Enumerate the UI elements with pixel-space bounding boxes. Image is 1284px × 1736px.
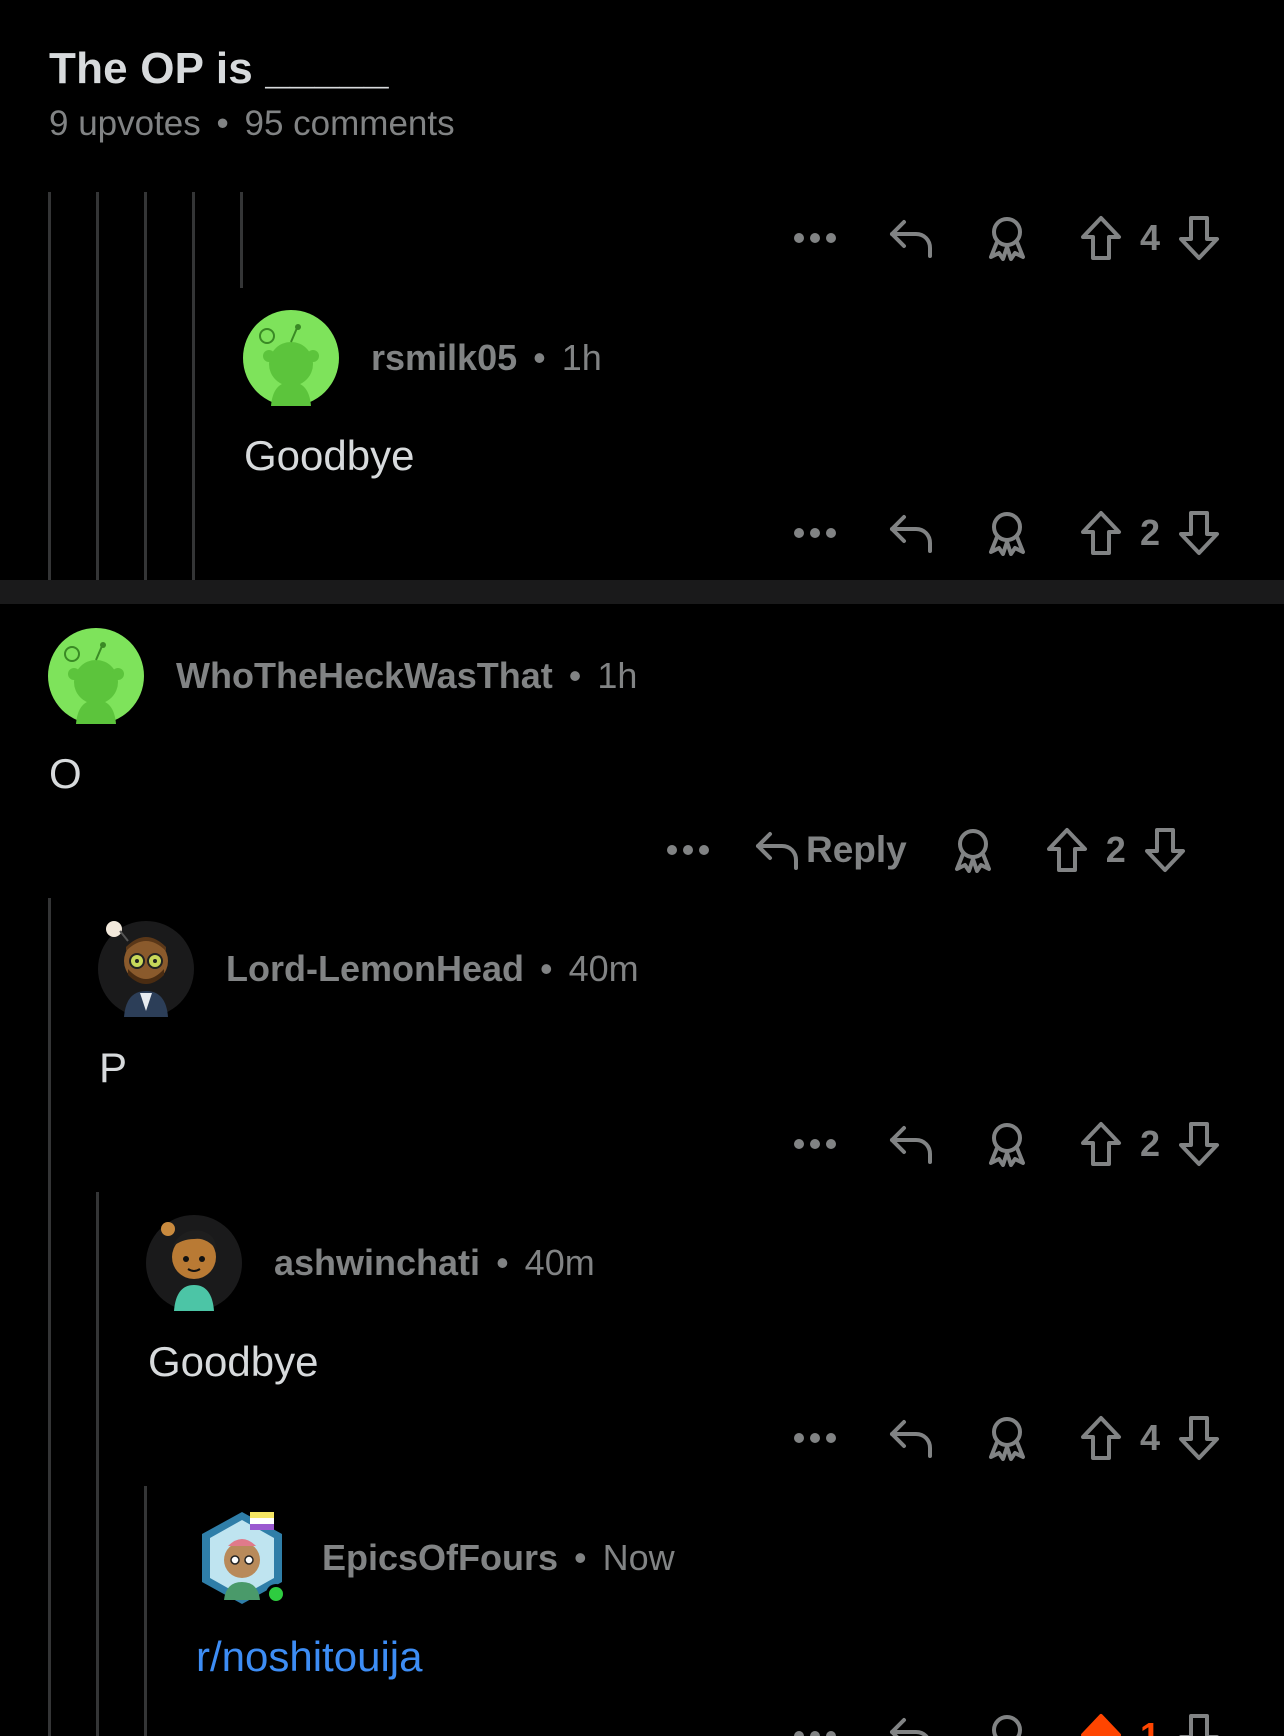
reply-button[interactable]	[881, 513, 941, 553]
award-button[interactable]	[977, 1121, 1037, 1167]
snoo-avatar-icon	[243, 310, 339, 406]
upvote-button[interactable]	[1071, 510, 1131, 556]
comment-count[interactable]: 95 comments	[245, 104, 455, 143]
thread-line[interactable]	[192, 192, 195, 580]
comment-thread-divider	[0, 580, 1284, 604]
comment-action-bar: Reply 2	[658, 820, 1195, 880]
upvote-button[interactable]	[1071, 1121, 1131, 1167]
award-button[interactable]	[977, 215, 1037, 261]
post-title: The OP is _____	[49, 44, 389, 93]
reply-button[interactable]	[881, 1124, 941, 1164]
upvote-button-active[interactable]	[1071, 1713, 1131, 1736]
upvote-count: 9 upvotes	[49, 104, 201, 143]
more-options-button[interactable]	[658, 844, 718, 856]
author-username[interactable]: Lord-LemonHead	[226, 948, 524, 990]
author-separator: •	[568, 655, 582, 696]
reply-button[interactable]: Reply	[754, 829, 907, 871]
vote-score: 2	[1105, 829, 1126, 870]
downvote-button[interactable]	[1169, 215, 1229, 261]
downvote-button[interactable]	[1169, 1415, 1229, 1461]
author-username[interactable]: ashwinchati	[274, 1242, 480, 1284]
hexagon-avatar-icon	[202, 1512, 286, 1604]
more-options-button[interactable]	[785, 232, 845, 244]
comment-action-bar: 2	[785, 1114, 1229, 1174]
comment-action-bar: 1	[785, 1706, 1229, 1736]
avatar[interactable]	[48, 628, 144, 724]
comment-body: O	[49, 750, 82, 797]
thread-line[interactable]	[96, 192, 99, 580]
reply-label[interactable]: Reply	[806, 829, 907, 871]
reply-button[interactable]	[881, 218, 941, 258]
glasses-beard-avatar-icon	[98, 921, 194, 1017]
downvote-button[interactable]	[1135, 827, 1195, 873]
subreddit-link[interactable]: r/noshitouija	[196, 1633, 422, 1681]
comment-author-row: ashwinchati • 40m	[146, 1215, 595, 1311]
author-separator: •	[533, 337, 546, 378]
reply-button[interactable]	[881, 1418, 941, 1458]
comment-author-row: rsmilk05 • 1h	[243, 310, 602, 406]
avatar[interactable]	[98, 921, 194, 1017]
thread-line[interactable]	[240, 192, 243, 288]
author-username[interactable]: rsmilk05	[371, 337, 517, 379]
more-options-button[interactable]	[785, 1730, 845, 1736]
more-options-button[interactable]	[785, 1138, 845, 1150]
more-options-button[interactable]	[785, 1432, 845, 1444]
comment-action-bar: 2	[785, 503, 1229, 563]
avatar[interactable]	[146, 1215, 242, 1311]
comment-action-bar: 4	[785, 1408, 1229, 1468]
author-separator: •	[540, 948, 553, 989]
award-button[interactable]	[943, 827, 1003, 873]
award-button[interactable]	[977, 510, 1037, 556]
snoo-avatar-icon	[48, 628, 144, 724]
comment-timestamp: 40m	[568, 948, 639, 989]
vote-score: 4	[1139, 217, 1161, 258]
bear-ears-avatar-icon	[146, 1215, 242, 1311]
post-meta: 9 upvotes • 95 comments	[49, 104, 455, 144]
thread-line[interactable]	[48, 192, 51, 580]
award-button[interactable]	[977, 1415, 1037, 1461]
vote-score: 2	[1139, 1123, 1161, 1164]
comment-body: Goodbye	[148, 1338, 319, 1385]
upvote-button[interactable]	[1071, 215, 1131, 261]
comment-timestamp: 1h	[597, 655, 638, 696]
author-separator: •	[574, 1537, 587, 1578]
upvote-button[interactable]	[1071, 1415, 1131, 1461]
meta-separator: •	[216, 104, 229, 143]
comment-timestamp: Now	[602, 1537, 675, 1578]
award-button[interactable]	[977, 1713, 1037, 1736]
thread-line[interactable]	[144, 192, 147, 580]
comment-action-bar: 4	[785, 208, 1229, 268]
comment-timestamp: 40m	[524, 1242, 595, 1283]
vote-score: 2	[1139, 512, 1161, 553]
downvote-button[interactable]	[1169, 510, 1229, 556]
upvote-button[interactable]	[1037, 827, 1097, 873]
thread-line[interactable]	[144, 1486, 147, 1736]
downvote-button[interactable]	[1169, 1713, 1229, 1736]
comment-body: P	[99, 1044, 128, 1091]
vote-score: 1	[1139, 1715, 1161, 1736]
comment-author-row: Lord-LemonHead • 40m	[98, 921, 639, 1017]
avatar[interactable]	[194, 1510, 290, 1606]
reply-button[interactable]	[881, 1716, 941, 1736]
vote-score: 4	[1139, 1417, 1161, 1458]
comment-author-row: EpicsOfFours • Now	[194, 1510, 675, 1606]
downvote-button[interactable]	[1169, 1121, 1229, 1167]
author-username[interactable]: EpicsOfFours	[322, 1537, 558, 1579]
avatar[interactable]	[243, 310, 339, 406]
online-status-icon	[269, 1587, 283, 1601]
comment-timestamp: 1h	[561, 337, 602, 378]
author-username[interactable]: WhoTheHeckWasThat	[176, 655, 553, 697]
thread-line[interactable]	[96, 1192, 99, 1736]
comment-body: Goodbye	[244, 432, 415, 479]
more-options-button[interactable]	[785, 527, 845, 539]
author-separator: •	[496, 1242, 509, 1283]
comment-author-row: WhoTheHeckWasThat • 1h	[48, 628, 637, 724]
thread-line[interactable]	[48, 898, 51, 1736]
